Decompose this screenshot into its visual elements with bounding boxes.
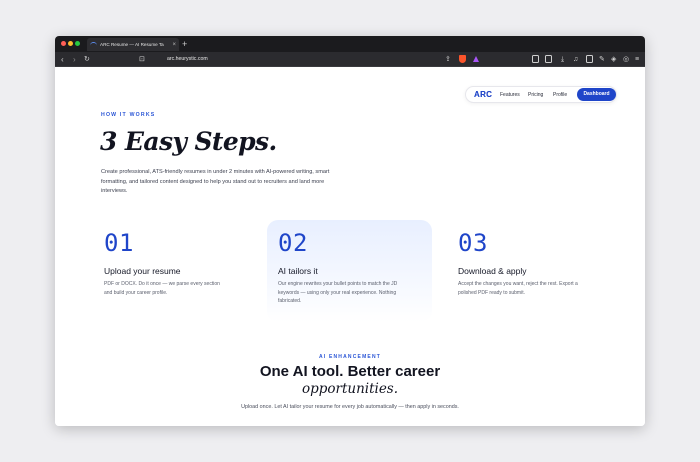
shield-outline-icon[interactable]: ◎ (623, 54, 629, 65)
brave-shield-icon[interactable] (459, 55, 466, 63)
zoom-window-button[interactable] (75, 41, 80, 46)
extensions-icon[interactable]: ✎ (599, 54, 605, 65)
brave-rewards-icon[interactable] (473, 56, 479, 62)
section-eyebrow: HOW IT WORKS (101, 112, 156, 118)
step-card-3: 03 Download & apply Accept the changes y… (458, 230, 608, 297)
arc-favicon-icon (90, 42, 97, 47)
step-number: 01 (104, 229, 134, 257)
step-title: Download & apply (458, 266, 527, 276)
back-icon[interactable]: ‹ (61, 54, 64, 65)
step-number: 03 (458, 229, 488, 257)
step-description: Accept the changes you want, reject the … (458, 281, 578, 296)
new-tab-icon[interactable]: + (182, 38, 187, 50)
step-description: Our engine rewrites your bullet points t… (278, 281, 398, 305)
step-title: Upload your resume (104, 266, 181, 276)
forward-icon[interactable]: › (73, 54, 76, 65)
intro-paragraph: Create professional, ATS-friendly resume… (101, 169, 330, 194)
enhancement-heading-italic: opportunities. (301, 381, 399, 397)
browser-window: ARC Resume — AI Resume Ta × + ‹ › ↻ ⊡ ar… (55, 36, 645, 426)
step-number: 02 (278, 229, 308, 257)
music-icon[interactable]: ♫ (573, 54, 578, 65)
step-title: AI tailors it (278, 266, 318, 276)
tab-bar: ARC Resume — AI Resume Ta × + (55, 36, 645, 52)
step-card-1: 01 Upload your resume PDF or DOCX. Do it… (104, 230, 254, 297)
sidebar-icon[interactable] (586, 55, 593, 63)
bookmark-icon[interactable]: ⊡ (139, 54, 145, 65)
address-bar[interactable]: arc.heurystic.com (167, 55, 208, 64)
step-card-2: 02 AI tailors it Our engine rewrites you… (278, 230, 428, 306)
nav-link-profile[interactable]: Profile (553, 92, 567, 99)
page-viewport: ARC Features Pricing Profile Dashboard H… (55, 67, 645, 426)
browser-toolbar: ‹ › ↻ ⊡ arc.heurystic.com ⇪ ⤓ ♫ ✎ ◈ ◎ ≡ (55, 52, 645, 67)
menu-icon[interactable]: ≡ (635, 54, 639, 65)
nav-link-features[interactable]: Features (500, 92, 520, 99)
page-title: 3 Easy Steps. (100, 127, 277, 156)
nav-link-pricing[interactable]: Pricing (528, 92, 543, 99)
dashboard-button[interactable]: Dashboard (577, 88, 616, 101)
step-description: PDF or DOCX. Do it once — we parse every… (104, 281, 220, 296)
enhancement-heading: One AI tool. Better career (259, 363, 441, 380)
wallet-icon[interactable] (545, 55, 552, 63)
enhancement-subtitle: Upload once. Let AI tailor your resume f… (241, 404, 459, 410)
arc-logo[interactable]: ARC (474, 90, 492, 100)
media-icon[interactable] (532, 55, 539, 63)
active-tab[interactable]: ARC Resume — AI Resume Ta × (87, 38, 179, 51)
minimize-window-button[interactable] (68, 41, 73, 46)
tab-title: ARC Resume — AI Resume Ta (100, 42, 164, 47)
vpn-icon[interactable]: ◈ (611, 54, 616, 65)
share-icon[interactable]: ⇪ (445, 54, 451, 65)
tab-close-icon[interactable]: × (172, 42, 176, 48)
enhancement-eyebrow: AI ENHANCEMENT (318, 354, 382, 360)
close-window-button[interactable] (61, 41, 66, 46)
download-icon[interactable]: ⤓ (561, 54, 564, 65)
reload-icon[interactable]: ↻ (84, 54, 90, 65)
site-nav: ARC Features Pricing Profile Dashboard (465, 86, 617, 103)
